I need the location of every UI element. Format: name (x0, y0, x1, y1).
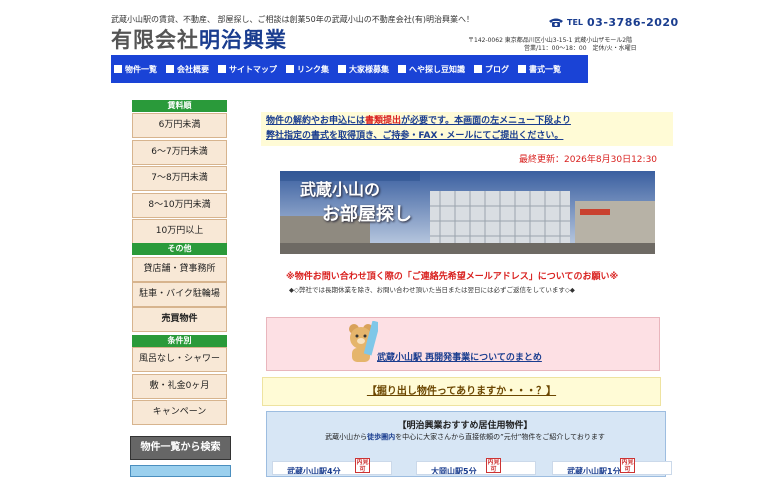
notice-text-line2: 弊社指定の書式を取得頂き、ご持参・FAX・メールにてご提出ください。 (266, 131, 564, 141)
sidebar-heading-condition: 条件別 (132, 335, 227, 347)
nav-item-1[interactable]: 物件一覧 (114, 64, 157, 75)
last-updated: 最終更新：2026年8月30日12:30 (519, 155, 658, 165)
nav-item-label: リンク集 (297, 64, 329, 74)
main-nav: 物件一覧 会社概要 サイトマップ リンク集 大家様募集 へや探し豆知識 ブログ 書式一覧 (111, 55, 588, 83)
sidebar-price-2[interactable]: 6～7万円未満 (132, 139, 227, 165)
nav-item-label: 書式一覧 (529, 64, 561, 74)
property-card-1[interactable]: 武蔵小山駅4分 (272, 461, 392, 475)
nav-square-icon (338, 65, 346, 73)
nav-item-7[interactable]: ブログ (474, 64, 509, 75)
nav-square-icon (166, 65, 174, 73)
hero-title-line2: お部屋探し (322, 204, 412, 225)
search-from-list-banner[interactable]: 物件一覧から検索 (130, 436, 231, 460)
phone-icon (549, 18, 563, 27)
phone-contact: TEL 03-3786-2020 (548, 16, 679, 29)
nav-item-label: 会社概要 (177, 64, 209, 74)
notice-documents-link[interactable]: 書類提出 (365, 116, 401, 126)
nav-item-8[interactable]: 書式一覧 (518, 64, 561, 75)
nav-square-icon (286, 65, 294, 73)
recommended-title: 【明治興業おすすめ居住用物件】 (397, 421, 533, 431)
hero-title-line1: 武蔵小山の (300, 180, 381, 199)
sidebar-price-4[interactable]: 8～10万円未満 (132, 192, 227, 218)
nav-square-icon (518, 65, 526, 73)
recommended-desc-b: を中心に大家さんから直接依頼の”元付”物件をご紹介しております (395, 433, 605, 441)
business-hours: 営業/11：00～18：00 定休/火・水曜日 (524, 45, 637, 52)
nav-square-icon (218, 65, 226, 73)
nav-item-label: 大家様募集 (349, 64, 389, 74)
nav-item-2[interactable]: 会社概要 (166, 64, 209, 75)
sidebar-other-2[interactable]: 駐車・バイク駐輪場 (132, 282, 227, 307)
nav-item-4[interactable]: リンク集 (286, 64, 329, 75)
nav-square-icon (114, 65, 122, 73)
logo-prefix: 有限会社 (111, 28, 199, 52)
nav-item-label: ブログ (485, 64, 509, 74)
hidden-gem-properties-link[interactable]: 【掘り出し物件ってありますか・・・？】 (262, 377, 661, 406)
sidebar-condition-2[interactable]: 敷・礼金0ヶ月 (132, 373, 227, 399)
property-card-3[interactable]: 武蔵小山駅1分 (552, 461, 672, 475)
nav-item-3[interactable]: サイトマップ (218, 64, 277, 75)
sidebar-heading-price: 賃料順 (132, 100, 227, 112)
nav-item-label: サイトマップ (229, 64, 277, 74)
logo-name: 明治興業 (199, 28, 287, 52)
recommended-description: 武蔵小山から徒歩圏内を中心に大家さんから直接依頼の”元付”物件をご紹介しておりま… (266, 432, 664, 442)
redevelopment-link[interactable]: 武蔵小山駅 再開発事業についてのまとめ (377, 350, 542, 363)
sidebar-price-1[interactable]: 6万円未満 (132, 113, 227, 138)
nav-square-icon (474, 65, 482, 73)
recommended-desc-walking: 徒歩圏内 (367, 433, 396, 441)
sidebar-price-5[interactable]: 10万円以上 (132, 219, 227, 244)
nav-item-6[interactable]: へや探し豆知識 (398, 64, 465, 75)
nav-item-5[interactable]: 大家様募集 (338, 64, 389, 75)
sidebar-condition-3[interactable]: キャンペーン (132, 400, 227, 425)
email-request-link[interactable]: ※物件お問い合わせ頂く際の「ご連絡先希望メールアドレス」についてのお願い※ (286, 269, 618, 282)
sidebar-banner-2[interactable] (130, 465, 231, 477)
notice-text-b: が必要です。本画面の左メニュー下段より (401, 116, 571, 126)
document-notice: 物件の解約やお申込には書類提出が必要です。本画面の左メニュー下段より 弊社指定の… (261, 112, 673, 146)
bear-mascot-icon (349, 321, 378, 362)
viewing-available-badge: 内見可 (620, 458, 635, 473)
email-reply-policy: ◆◇弊社では長期休業を除き、お問い合わせ頂いた当日または翌日には必ずご返信をして… (289, 286, 575, 294)
nav-item-label: へや探し豆知識 (409, 64, 465, 74)
viewing-available-badge: 内見可 (355, 458, 370, 473)
sidebar-price-3[interactable]: 7～8万円未満 (132, 166, 227, 191)
tel-label: TEL (567, 18, 584, 27)
company-logo[interactable]: 有限会社明治興業 (111, 24, 287, 54)
property-card-2[interactable]: 大岡山駅5分 (416, 461, 536, 475)
viewing-available-badge: 内見可 (486, 458, 501, 473)
tel-number: 03-3786-2020 (587, 16, 679, 29)
recommended-desc-a: 武蔵小山から (325, 433, 368, 441)
sidebar-heading-other: その他 (132, 243, 227, 255)
sidebar-other-1[interactable]: 貸店舗・貸事務所 (132, 257, 227, 282)
notice-text-a: 物件の解約やお申込には (266, 116, 366, 126)
nav-item-label: 物件一覧 (125, 64, 157, 74)
sidebar-other-3[interactable]: 売買物件 (132, 307, 227, 332)
sidebar-condition-1[interactable]: 風呂なし・シャワー (132, 347, 227, 372)
nav-square-icon (398, 65, 406, 73)
